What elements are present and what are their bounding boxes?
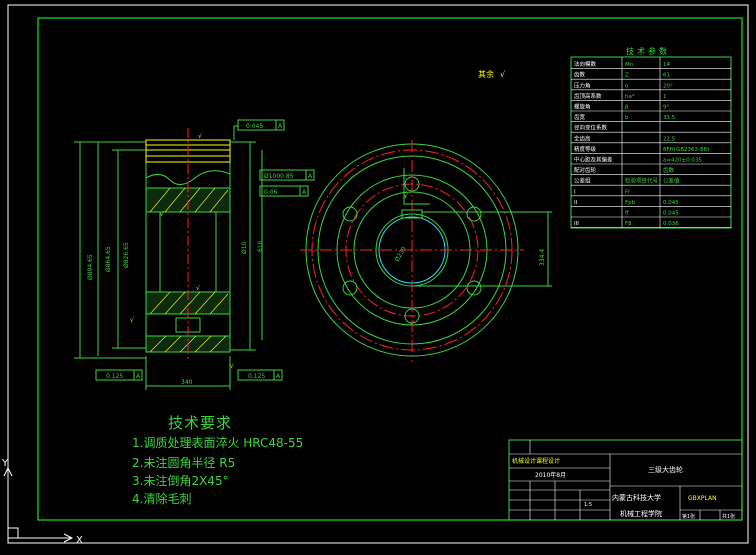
svg-text:√: √ [160,211,164,218]
requirement-4: 4.清除毛刺 [132,492,192,506]
bore-dim: Ø230 [394,245,408,263]
requirement-3: 3.未注倒角2X45° [132,474,229,488]
params-cell: α [625,83,629,89]
svg-text:其余: 其余 [478,69,494,79]
ucs-x-label: X [76,535,83,546]
params-cell: Z [625,73,629,79]
ucs-y-label: Y [1,458,9,469]
dia-left-mid: Ø864.65 [105,246,112,272]
params-cell: 14 [663,62,670,68]
params-cell: I [574,189,576,195]
params-cell: 中心距及其偏差 [574,156,613,164]
requirements-title: 技术要求 [168,414,233,432]
svg-text:共1张: 共1张 [722,513,735,520]
params-cell: 检验项目代号 [625,177,659,185]
params-cell: 0.045 [663,211,679,217]
params-cell: β [625,105,629,111]
params-cell: 9° [663,105,669,111]
roughness-rest: 其余 √ [478,69,506,79]
params-cell: 齿顶高系数 [574,92,602,100]
title-block [508,439,743,521]
svg-text:√: √ [404,193,408,200]
params-cell: 压力角 [574,81,591,89]
requirement-1: 1.调质处理表面淬火 HRC48-55 [132,436,304,450]
params-cell: Mn [625,62,634,68]
svg-text:A: A [302,189,307,196]
params-cell: 齿数 [574,71,586,79]
params-cell: 螺旋角 [574,103,591,111]
svg-text:A: A [278,123,283,130]
svg-text:√: √ [196,285,200,292]
drawing-no: GBXPLAN [688,495,717,502]
dia-left-outer: Ø894.65 [87,254,94,280]
params-cell: 61 [663,73,670,79]
params-cell: ff [625,211,629,217]
runout-a-value: 0.125 [106,373,123,380]
params-cell: 全齿高 [574,134,591,142]
params-cell: a=420±0.035 [663,158,702,164]
params-cell: 配对齿轮 [574,166,597,174]
svg-text:1:5: 1:5 [584,502,592,508]
svg-text:2010年8月: 2010年8月 [535,471,566,479]
svg-text:√: √ [130,317,134,324]
params-cell: 20° [663,83,673,89]
params-cell: 精度等级 [574,145,597,153]
len-right: 610 [257,240,264,252]
svg-text:第1张: 第1张 [682,513,695,520]
params-cell: 齿数 [663,166,675,174]
params-cell: 31.5 [663,115,676,121]
keyway-dim: 334.4 [539,249,546,266]
dia-right: Ø10 [241,241,248,254]
svg-text:A: A [136,373,141,380]
title-block-text: 机械设计课程设计 2010年8月 1:5 三级大齿轮 内蒙古科技大学 机械工程学… [512,457,735,520]
params-cell: 0.045 [663,200,679,206]
params-cell: III [574,221,579,227]
svg-text:A: A [308,173,313,180]
params-table: 法向模数 Mn 14 齿数 Z 61 压力角 α 20° 齿顶高系数 ha* 1 螺旋角 β 9° 齿宽 b 31… [570,56,732,229]
params-cell: Fβ [625,221,632,227]
section-view [74,128,263,390]
params-cell: Fr [625,189,631,195]
params-cell: 1 [663,94,667,100]
params-title: 技术参数 [626,46,670,56]
params-cell: 径向变位系数 [574,124,608,132]
params-cell: b [625,115,629,121]
params-cell: 0.036 [663,221,679,227]
params-cell: Fpb [625,200,636,206]
front-view [300,140,552,362]
params-cell: 公差组 [574,177,591,185]
cad-drawing-canvas[interactable]: 0.045 A Ø1000.85 A 0.06 A 0.125 A 0.125 … [0,0,756,555]
svg-text:机械设计课程设计: 机械设计课程设计 [512,457,560,465]
params-cell: II [574,200,578,206]
params-cell: 齿宽 [574,113,586,121]
params-cell: 法向模数 [574,60,597,68]
sheet-outer-frame [7,4,749,544]
dia-left-inner: Ø826.65 [123,242,130,268]
parallel-value: 0.06 [264,189,278,196]
params-cell: 22.5 [663,136,676,142]
requirement-2: 2.未注圆角半径 R5 [132,456,236,470]
svg-text:√: √ [500,70,506,79]
school-name: 内蒙古科技大学 [612,493,661,502]
dia-a-value: Ø1000.85 [264,173,294,180]
svg-text:√: √ [230,363,234,370]
params-cell: 公差值 [663,177,680,185]
department-name: 机械工程学院 [620,509,662,518]
runout-b-value: 0.125 [248,373,265,380]
svg-text:A: A [276,373,281,380]
width-value: 340 [181,379,193,386]
params-cell: ha* [625,94,635,100]
params-cell: 8FH(GB2363-88) [663,147,709,153]
svg-text:√: √ [198,133,202,140]
flatness-value: 0.045 [246,123,263,130]
part-name: 三级大齿轮 [648,465,683,474]
